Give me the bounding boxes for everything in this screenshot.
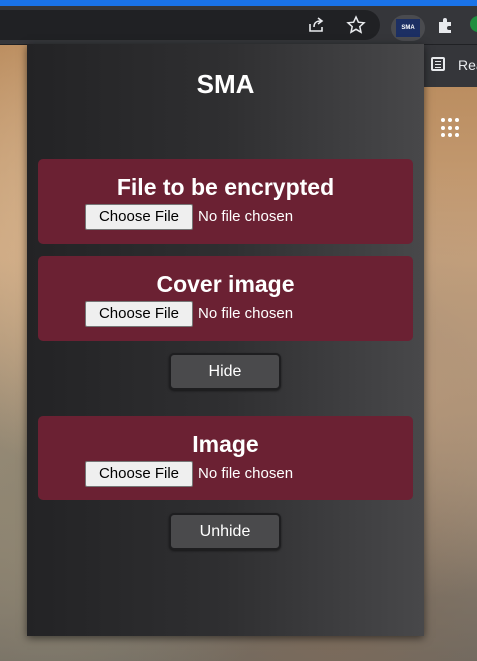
reading-list-label[interactable]: Rea — [458, 57, 477, 73]
profile-avatar[interactable] — [470, 16, 477, 32]
cover-image-card: Cover image Choose File No file chosen — [38, 256, 413, 341]
sma-extension-icon[interactable]: SMA — [391, 15, 425, 41]
reading-list-icon[interactable] — [431, 57, 445, 71]
encrypt-file-title: File to be encrypted — [116, 174, 335, 200]
browser-toolbar: SMA — [0, 6, 477, 45]
cover-choose-file-button[interactable]: Choose File — [85, 301, 193, 327]
hide-button[interactable]: Hide — [169, 353, 281, 390]
encrypt-file-card: File to be encrypted Choose File No file… — [38, 159, 413, 244]
unhide-button[interactable]: Unhide — [169, 513, 281, 550]
image-file-status: No file chosen — [198, 465, 294, 482]
cover-file-status: No file chosen — [198, 305, 294, 322]
puzzle-icon[interactable] — [436, 15, 456, 35]
extension-logo: SMA — [396, 19, 420, 37]
cover-image-title: Cover image — [156, 271, 295, 297]
encrypt-choose-file-button[interactable]: Choose File — [85, 204, 193, 230]
image-title: Image — [192, 431, 259, 457]
star-icon[interactable] — [346, 15, 366, 35]
apps-grid-icon[interactable] — [441, 118, 461, 138]
encrypt-file-status: No file chosen — [198, 208, 294, 225]
image-choose-file-button[interactable]: Choose File — [85, 461, 193, 487]
image-card: Image Choose File No file chosen — [38, 416, 413, 500]
extension-popup: SMA File to be encrypted Choose File No … — [27, 44, 424, 636]
popup-title: SMA — [196, 69, 255, 99]
share-icon[interactable] — [306, 15, 326, 35]
